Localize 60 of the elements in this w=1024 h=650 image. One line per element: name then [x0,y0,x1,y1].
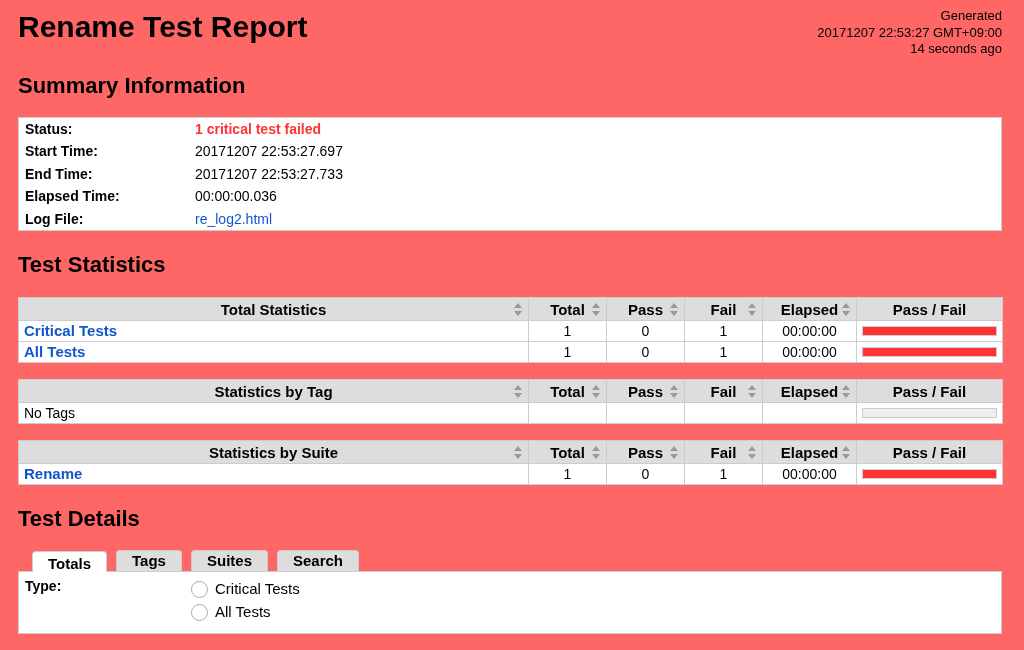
table-cell: 1 [528,320,607,342]
radio-button[interactable] [191,580,208,598]
column-header[interactable]: Fail [684,297,763,321]
table-cell: 1 [684,320,763,342]
column-header: Pass / Fail [856,440,1003,464]
file-link[interactable]: re_log2.html [195,210,273,227]
column-header: Pass / Fail [856,379,1003,403]
column-header[interactable]: Pass [606,440,685,464]
field-value: 20171207 22:53:27.733 [195,165,343,182]
tab[interactable]: Suites [190,550,268,571]
column-header[interactable]: Total Statistics [18,297,529,321]
generated-text: 14 seconds ago [909,41,1002,58]
radio-label[interactable]: All Tests [215,603,271,621]
field-label: Start Time: [25,143,98,160]
table-cell: 0 [606,320,685,342]
column-header[interactable]: Fail [684,379,763,403]
table-cell: 0 [606,463,685,485]
table-cell: 00:00:00 [762,320,857,342]
column-header[interactable]: Elapsed [762,440,857,464]
field-label: Status: [25,120,73,137]
table-cell: 00:00:00 [762,463,857,485]
column-header[interactable]: Statistics by Suite [18,440,529,464]
field-value: 00:00:00.036 [195,188,277,205]
section-heading: Summary Information [18,72,247,99]
section-heading: Test Statistics [18,252,167,278]
report-title: Rename Test Report [18,9,308,45]
tab[interactable]: Totals [32,551,108,572]
section-heading: Test Details [18,506,141,532]
generated-text: 20171207 22:53:27 GMT+09:00 [817,24,1002,41]
type-label: Type: [25,578,62,595]
status-text: 1 critical test failed [195,120,322,137]
table-cell: 0 [606,341,685,363]
field-label: Elapsed Time: [25,188,120,205]
stat-link[interactable]: Critical Tests [24,322,118,339]
column-header[interactable]: Fail [684,440,763,464]
stat-link[interactable]: Rename [24,465,83,482]
column-header[interactable]: Pass [606,379,685,403]
field-label: End Time: [25,165,93,182]
column-header[interactable]: Elapsed [762,379,857,403]
table-cell: 1 [528,341,607,363]
column-header: Pass / Fail [856,297,1003,321]
radio-label[interactable]: Critical Tests [215,580,300,598]
column-header[interactable]: Elapsed [762,297,857,321]
radio-button[interactable] [191,603,208,621]
tab[interactable]: Tags [116,550,182,571]
column-header[interactable]: Statistics by Tag [18,379,529,403]
column-header[interactable]: Total [528,440,607,464]
stat-name: No Tags [24,405,76,421]
field-value: 20171207 22:53:27.697 [195,143,343,160]
column-header[interactable]: Total [528,379,607,403]
stat-link[interactable]: All Tests [24,343,86,360]
column-header[interactable]: Total [528,297,607,321]
table-cell: 1 [528,463,607,485]
field-label: Log File: [25,210,84,227]
table-cell: 1 [684,463,763,485]
table-cell: 00:00:00 [762,341,857,363]
table-cell: 1 [684,341,763,363]
generated-text: Generated [939,8,1002,25]
tab[interactable]: Search [277,550,360,571]
column-header[interactable]: Pass [606,297,685,321]
